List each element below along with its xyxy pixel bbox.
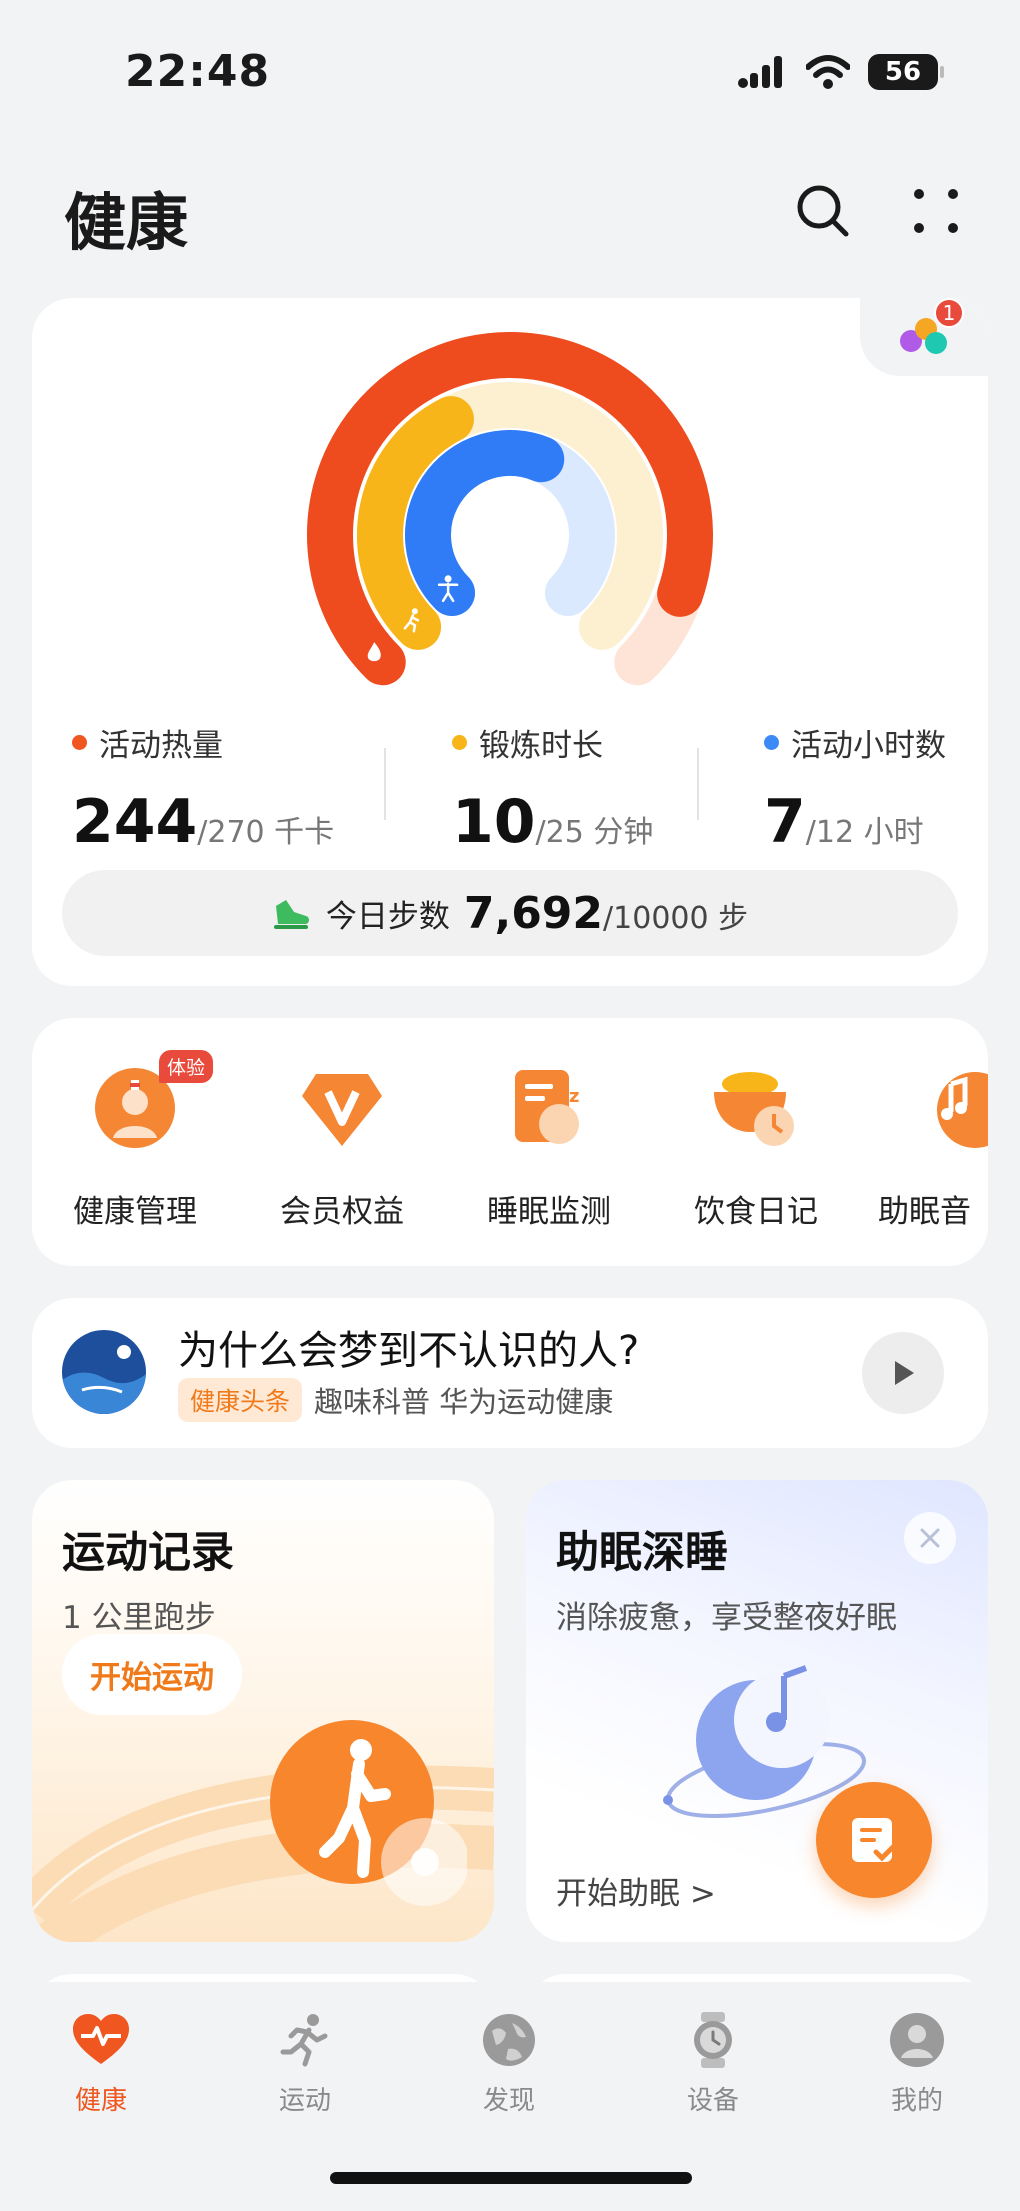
stat-label: 活动热量 xyxy=(99,728,223,764)
steps-bar[interactable]: 今日步数 7,692/10000 步 xyxy=(62,870,958,956)
shortcut-sleep-music[interactable]: 助眠音 xyxy=(878,1060,988,1231)
search-icon xyxy=(797,185,849,237)
hours-dot xyxy=(764,735,779,750)
profile-icon xyxy=(889,2012,945,2068)
news-thumbnail xyxy=(62,1330,146,1414)
steps-goal: /10000 步 xyxy=(603,900,749,936)
divider xyxy=(697,748,699,820)
play-icon xyxy=(895,1361,914,1385)
stat-value: 7 xyxy=(764,787,806,857)
nav-label: 发现 xyxy=(482,2086,535,2116)
news-title[interactable]: 为什么会梦到不认识的人? xyxy=(178,1318,639,1376)
heart-pulse-icon xyxy=(73,2012,129,2068)
start-sleep-link[interactable]: 开始助眠 > xyxy=(556,1868,716,1913)
shortcut-label: 健康管理 xyxy=(73,1194,197,1230)
nav-label: 健康 xyxy=(74,2086,127,2116)
shortcut-sleep-monitor[interactable]: z 睡眠监测 xyxy=(464,1060,634,1231)
sleep-title: 助眠深睡 xyxy=(556,1528,728,1578)
stat-goal: /270 千卡 xyxy=(197,815,335,850)
status-time: 22:48 xyxy=(125,46,271,97)
search-button[interactable] xyxy=(788,176,858,246)
sleep-record-button[interactable] xyxy=(816,1782,932,1898)
more-button[interactable] xyxy=(901,176,971,246)
calories-dot xyxy=(72,735,87,750)
close-button[interactable] xyxy=(904,1512,956,1564)
workout-title: 运动记录 xyxy=(62,1528,234,1578)
news-source: 趣味科普 华为运动健康 xyxy=(314,1385,614,1419)
page-title: 健康 xyxy=(64,186,189,259)
start-workout-button[interactable]: 开始运动 xyxy=(62,1634,242,1715)
shortcut-label: 睡眠监测 xyxy=(487,1194,611,1230)
workout-card[interactable]: 运动记录 1 公里跑步 开始运动 xyxy=(32,1480,494,1942)
sleep-monitor-icon: z xyxy=(501,1060,597,1156)
home-indicator[interactable] xyxy=(330,2172,692,2184)
steps-label: 今日步数 xyxy=(325,898,450,935)
checklist-icon xyxy=(852,1818,899,1862)
vip-icon xyxy=(294,1060,390,1156)
shoe-icon xyxy=(273,900,309,929)
sleep-subtitle: 消除疲惫，享受整夜好眠 xyxy=(556,1600,897,1636)
stat-value: 244 xyxy=(72,787,198,857)
nav-exercise[interactable]: 运动 xyxy=(250,2012,360,2117)
stat-exercise[interactable]: 锻炼时长 10/25 分钟 xyxy=(452,720,653,857)
color-dots-icon xyxy=(900,318,947,354)
news-tag: 健康头条 xyxy=(178,1378,303,1422)
stat-goal: /12 小时 xyxy=(805,815,924,850)
divider xyxy=(384,748,386,820)
play-button[interactable] xyxy=(862,1332,944,1414)
shortcut-health-management[interactable]: 体验 健康管理 xyxy=(50,1050,220,1231)
wifi-icon xyxy=(806,55,850,89)
signal-icon xyxy=(738,56,782,88)
shortcut-member-benefits[interactable]: 会员权益 xyxy=(257,1060,427,1231)
notification-badge: 1 xyxy=(934,298,964,328)
nav-devices[interactable]: 设备 xyxy=(658,2012,768,2117)
sleep-music-icon xyxy=(915,1060,988,1156)
shortcuts-row: 体验 健康管理 会员权益 z 睡眠监测 饮食日记 助眠音 xyxy=(32,1018,988,1266)
card-switch-tab[interactable]: 1 xyxy=(860,298,988,376)
steps-readout: 7,692/10000 步 xyxy=(464,888,748,939)
stat-label: 锻炼时长 xyxy=(479,728,603,764)
shortcut-label: 助眠音 xyxy=(878,1194,971,1230)
nav-label: 设备 xyxy=(686,2086,739,2116)
doctor-icon: 体验 xyxy=(87,1050,213,1156)
news-meta: 健康头条 趣味科普 华为运动健康 xyxy=(178,1378,613,1422)
activity-rings[interactable] xyxy=(300,330,720,690)
shortcut-diet-diary[interactable]: 饮食日记 xyxy=(671,1060,841,1231)
shortcut-label: 饮食日记 xyxy=(694,1194,818,1230)
running-icon xyxy=(277,2012,333,2068)
nav-profile[interactable]: 我的 xyxy=(862,2012,972,2117)
globe-icon xyxy=(481,2012,537,2068)
exercise-dot xyxy=(452,735,467,750)
nav-label: 运动 xyxy=(278,2086,331,2116)
nav-health[interactable]: 健康 xyxy=(46,2012,156,2117)
diet-diary-icon xyxy=(708,1060,804,1156)
walker-icon xyxy=(270,1720,467,1906)
nav-label: 我的 xyxy=(890,2086,943,2116)
stat-calories[interactable]: 活动热量 244/270 千卡 xyxy=(72,720,334,857)
close-icon xyxy=(920,1528,940,1548)
trial-badge: 体验 xyxy=(158,1050,213,1083)
ring-progress-2 xyxy=(405,430,565,616)
nav-discover[interactable]: 发现 xyxy=(454,2012,564,2117)
sleep-card[interactable]: 助眠深睡 消除疲惫，享受整夜好眠 开始助眠 > xyxy=(526,1480,988,1942)
stat-value: 10 xyxy=(452,787,536,857)
stat-goal: /25 分钟 xyxy=(535,815,654,850)
stat-active-hours[interactable]: 活动小时数 7/12 小时 xyxy=(764,720,946,857)
status-icons: 56 xyxy=(738,54,944,90)
stat-label: 活动小时数 xyxy=(791,728,946,764)
battery-icon: 56 xyxy=(868,54,944,90)
shortcut-label: 会员权益 xyxy=(280,1194,404,1230)
more-icon xyxy=(914,189,958,233)
steps-value: 7,692 xyxy=(463,887,604,939)
watch-icon xyxy=(685,2012,741,2068)
workout-subtitle: 1 公里跑步 xyxy=(62,1600,216,1636)
svg-text:z: z xyxy=(569,1086,579,1107)
